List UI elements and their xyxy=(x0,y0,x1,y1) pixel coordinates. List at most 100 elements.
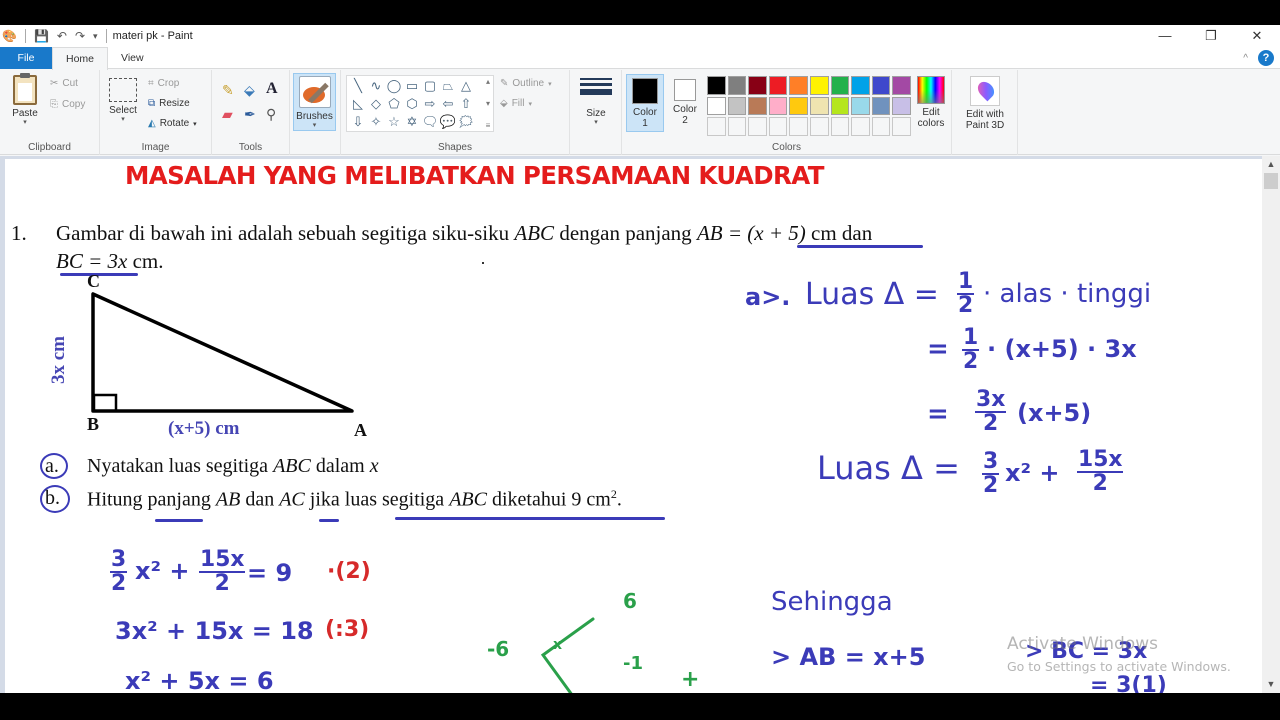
palette-swatch[interactable] xyxy=(748,96,767,116)
shape-item[interactable]: ⏢ xyxy=(439,77,457,95)
restore-button[interactable]: ❐ xyxy=(1188,25,1234,47)
crop-button[interactable]: ⌗ Crop xyxy=(148,78,179,89)
custom-color-slot[interactable] xyxy=(748,117,767,136)
custom-color-slot[interactable] xyxy=(768,117,788,136)
palette-swatch[interactable] xyxy=(892,96,911,116)
shape-item[interactable]: ⇩ xyxy=(349,113,367,131)
hw-eq: = xyxy=(927,334,949,364)
shape-item[interactable]: ⇨ xyxy=(421,95,439,113)
hw-a-line4-x2: x² + xyxy=(1005,459,1060,487)
palette-swatch[interactable] xyxy=(768,76,788,95)
shape-item[interactable]: ◇ xyxy=(367,95,385,113)
edit-colors-button[interactable]: Edit colors xyxy=(913,76,949,129)
paint3d-label-2: Paint 3D xyxy=(965,120,1005,131)
shape-item[interactable]: ⬡ xyxy=(403,95,421,113)
shape-item[interactable]: ✧ xyxy=(367,113,385,131)
scroll-up-icon[interactable]: ▴ xyxy=(486,77,490,86)
rotate-button[interactable]: ◭ Rotate ▾ xyxy=(148,118,197,129)
palette-swatch[interactable] xyxy=(851,96,870,116)
shape-item[interactable]: 🗯 xyxy=(457,113,475,131)
palette-swatch[interactable] xyxy=(707,76,726,95)
hw-b-line1-frac1: 32 xyxy=(110,547,128,596)
redo-icon[interactable]: ↷ xyxy=(75,29,85,43)
edit-colors-label: Edit xyxy=(922,107,940,118)
palette-swatch[interactable] xyxy=(830,96,850,116)
brushes-button[interactable]: Brushes ▾ xyxy=(293,73,336,131)
palette-swatch[interactable] xyxy=(768,96,788,116)
customize-quick-access-icon[interactable]: ▾ xyxy=(93,29,98,43)
custom-color-slot[interactable] xyxy=(727,117,747,136)
custom-color-slot[interactable] xyxy=(830,117,850,136)
magnifier-icon[interactable]: ⚲ xyxy=(266,106,276,123)
paste-button[interactable]: Paste ▾ xyxy=(8,73,42,127)
palette-swatch[interactable] xyxy=(727,76,747,95)
palette-swatch[interactable] xyxy=(748,76,767,95)
shape-item[interactable]: ╲ xyxy=(349,77,367,95)
palette-swatch[interactable] xyxy=(871,76,891,95)
cut-button[interactable]: ✂ Cut xyxy=(50,78,78,89)
expand-gallery-icon[interactable]: ≡ xyxy=(486,121,491,130)
color-picker-icon[interactable]: ✒ xyxy=(244,106,256,123)
eraser-icon[interactable]: ▰ xyxy=(222,106,233,123)
palette-swatch[interactable] xyxy=(707,96,726,116)
palette-swatch[interactable] xyxy=(809,96,829,116)
palette-swatch[interactable] xyxy=(892,76,911,95)
palette-swatch[interactable] xyxy=(830,76,850,95)
tab-home[interactable]: Home xyxy=(52,47,109,70)
shape-item[interactable]: ▭ xyxy=(403,77,421,95)
collapse-ribbon-icon[interactable]: ^ xyxy=(1243,53,1248,64)
palette-swatch[interactable] xyxy=(851,76,870,95)
save-icon[interactable]: 💾 xyxy=(34,29,49,43)
copy-button[interactable]: ⎘ Copy xyxy=(50,99,85,110)
color2-button[interactable]: Color 2 xyxy=(666,74,704,132)
scrollbar-thumb[interactable] xyxy=(1264,173,1278,189)
fill-button[interactable]: ⬙ Fill ▾ xyxy=(500,98,532,109)
vertical-scrollbar[interactable]: ▲ ▼ xyxy=(1262,156,1280,693)
palette-swatch[interactable] xyxy=(789,76,808,95)
custom-color-slot[interactable] xyxy=(851,117,870,136)
group-label: Shapes xyxy=(438,142,472,153)
drawing-canvas[interactable]: MASALAH YANG MELIBATKAN PERSAMAAN KUADRA… xyxy=(5,159,1262,693)
custom-color-slot[interactable] xyxy=(892,117,911,136)
outline-button[interactable]: ✎ Outline ▾ xyxy=(500,78,552,89)
palette-swatch[interactable] xyxy=(727,96,747,116)
shape-item[interactable]: ✡ xyxy=(403,113,421,131)
shape-item[interactable]: ▢ xyxy=(421,77,439,95)
tab-file[interactable]: File xyxy=(0,47,52,69)
color-palette xyxy=(706,75,912,137)
paint-app-icon[interactable]: 🎨 xyxy=(2,29,17,43)
close-button[interactable]: ✕ xyxy=(1234,25,1280,47)
select-button[interactable]: Select ▾ xyxy=(106,78,140,124)
shape-item[interactable]: ◯ xyxy=(385,77,403,95)
shape-item[interactable]: ☆ xyxy=(385,113,403,131)
scroll-down-icon[interactable]: ▼ xyxy=(1262,676,1280,693)
custom-color-slot[interactable] xyxy=(871,117,891,136)
help-icon[interactable]: ? xyxy=(1258,50,1274,66)
custom-color-slot[interactable] xyxy=(707,117,726,136)
text-icon[interactable]: A xyxy=(266,80,278,98)
custom-color-slot[interactable] xyxy=(789,117,808,136)
size-button[interactable]: Size ▾ xyxy=(579,78,613,127)
custom-color-slot[interactable] xyxy=(809,117,829,136)
scroll-down-icon[interactable]: ▾ xyxy=(486,99,490,108)
scroll-up-icon[interactable]: ▲ xyxy=(1262,156,1280,173)
palette-swatch[interactable] xyxy=(789,96,808,116)
minimize-button[interactable]: — xyxy=(1142,25,1188,47)
shape-item[interactable]: ⬠ xyxy=(385,95,403,113)
color1-button[interactable]: Color 1 xyxy=(626,74,664,132)
shape-item[interactable]: ⇧ xyxy=(457,95,475,113)
shape-item[interactable]: 🗨 xyxy=(421,113,439,131)
shape-item[interactable]: △ xyxy=(457,77,475,95)
shape-item[interactable]: ◺ xyxy=(349,95,367,113)
shape-item[interactable]: 💬 xyxy=(439,113,457,131)
palette-swatch[interactable] xyxy=(809,76,829,95)
fill-icon[interactable]: ⬙ xyxy=(244,82,255,99)
pencil-icon[interactable]: ✎ xyxy=(222,82,234,99)
resize-button[interactable]: ⧉ Resize xyxy=(148,98,190,109)
edit-with-paint3d-button[interactable]: Edit with Paint 3D xyxy=(960,76,1010,131)
undo-icon[interactable]: ↶ xyxy=(57,29,67,43)
palette-swatch[interactable] xyxy=(871,96,891,116)
shape-item[interactable]: ⇦ xyxy=(439,95,457,113)
shape-item[interactable]: ∿ xyxy=(367,77,385,95)
tab-view[interactable]: View xyxy=(108,47,157,69)
